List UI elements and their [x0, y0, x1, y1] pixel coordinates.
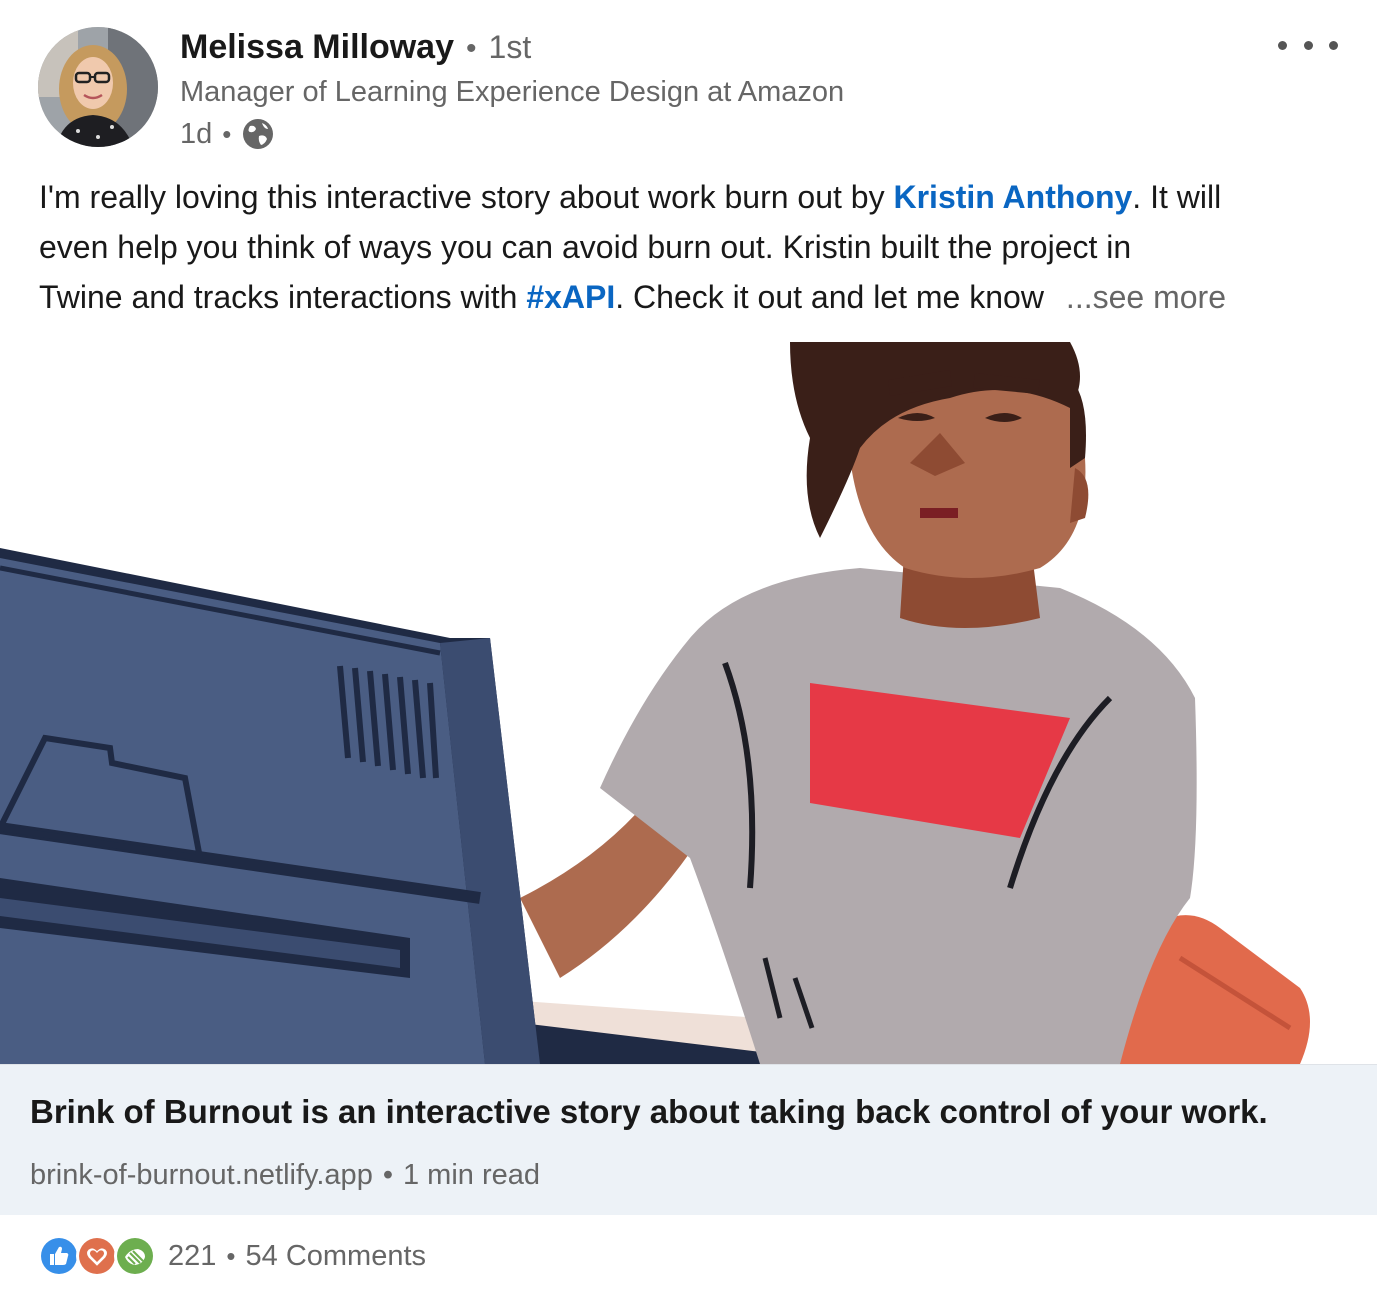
separator-dot: • [222, 118, 232, 149]
separator-dot: • [226, 1240, 236, 1271]
hashtag-link[interactable]: #xAPI [526, 279, 615, 315]
connection-degree: 1st [488, 29, 532, 65]
link-preview-title[interactable]: Brink of Burnout is an interactive story… [30, 1093, 1268, 1131]
separator-dot: • [466, 32, 477, 65]
menu-dot [1278, 40, 1287, 50]
love-icon [76, 1235, 118, 1277]
support-icon [114, 1235, 156, 1277]
social-counts: 221 • 54 Comments [38, 1234, 426, 1278]
post-text-line: even help you think of ways you can avoi… [39, 229, 1132, 265]
link-preview-meta: brink-of-burnout.netlify.app • 1 min rea… [30, 1159, 540, 1192]
author-line: Melissa Milloway • 1st [180, 28, 531, 72]
post-text-line: I'm really loving this interactive story… [39, 172, 1349, 222]
author-name[interactable]: Melissa Milloway [180, 28, 454, 67]
comments-count[interactable]: 54 Comments [246, 1240, 427, 1273]
read-time: 1 min read [402, 1159, 540, 1191]
see-more-button[interactable]: ...see more [1066, 279, 1226, 315]
link-domain: brink-of-burnout.netlify.app [30, 1159, 373, 1191]
author-headline: Manager of Learning Experience Design at… [180, 76, 845, 108]
post-time: 1d [180, 117, 213, 150]
author-avatar[interactable] [38, 27, 158, 147]
post-text-fragment: . Check it out and let me know [615, 279, 1044, 315]
post-meta: 1d • [180, 114, 275, 154]
post-card: Melissa Milloway • 1st Manager of Learni… [0, 0, 1377, 1295]
link-preview-bar[interactable]: Brink of Burnout is an interactive story… [0, 1064, 1377, 1215]
post-text-fragment: Twine and tracks interactions with [39, 279, 527, 315]
mention-link[interactable]: Kristin Anthony [893, 179, 1132, 215]
globe-icon [241, 117, 275, 151]
link-preview-image[interactable] [0, 338, 1377, 1064]
post-text-line: Twine and tracks interactions with #xAPI… [39, 272, 1349, 322]
post-text-fragment: . It will [1132, 179, 1222, 215]
more-options-icon[interactable] [1278, 30, 1338, 60]
like-icon [38, 1235, 80, 1277]
menu-dot [1303, 40, 1313, 50]
reaction-count[interactable]: 221 [168, 1240, 216, 1273]
post-text-fragment: I'm really loving this interactive story… [39, 179, 894, 215]
separator-dot: • [382, 1159, 393, 1191]
menu-dot [1329, 40, 1338, 50]
reaction-icons[interactable] [38, 1235, 156, 1277]
post-text: I'm really loving this interactive story… [39, 172, 1349, 322]
